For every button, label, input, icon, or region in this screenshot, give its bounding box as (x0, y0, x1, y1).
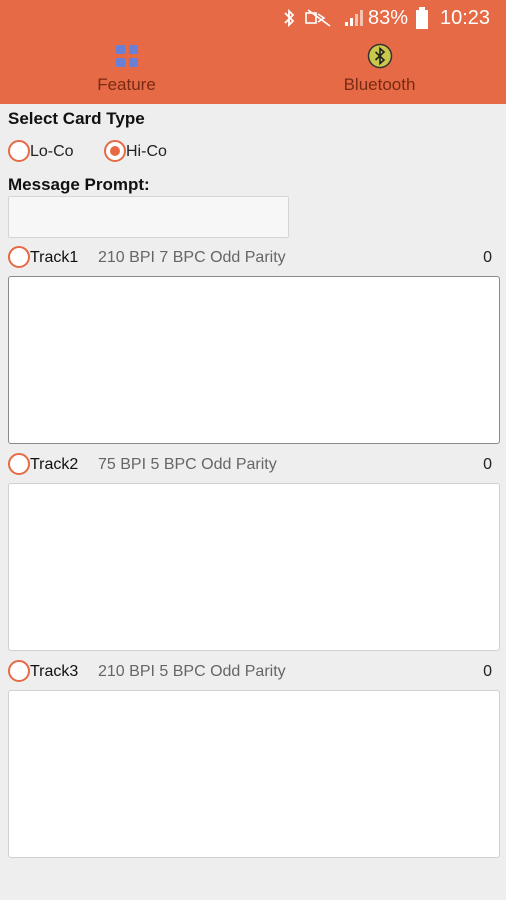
radio-track3[interactable] (8, 660, 30, 682)
track2-description: 75 BPI 5 BPC Odd Parity (98, 456, 277, 473)
radio-hi-co-label[interactable]: Hi-Co (126, 143, 167, 161)
track1-label[interactable]: Track1 (30, 249, 78, 267)
radio-track2[interactable] (8, 453, 30, 475)
track2-textarea[interactable] (8, 483, 500, 651)
tab-feature-label: Feature (97, 75, 156, 94)
track1-textarea[interactable] (8, 276, 500, 444)
status-bar: 83% 10:23 (0, 0, 506, 36)
card-type-title: Select Card Type (8, 109, 145, 128)
bluetooth-icon (367, 43, 393, 69)
track3-label[interactable]: Track3 (30, 663, 78, 681)
radio-track1[interactable] (8, 246, 30, 268)
track2-count: 0 (483, 456, 492, 473)
mute-icon (304, 8, 334, 28)
clock: 10:23 (440, 7, 491, 29)
grid-icon (114, 43, 140, 69)
track3-count: 0 (483, 663, 492, 680)
tab-bluetooth-label: Bluetooth (343, 75, 416, 94)
track1-description: 210 BPI 7 BPC Odd Parity (98, 249, 286, 266)
bluetooth-icon (282, 8, 296, 28)
app-header: 83% 10:23 Feature Bluetooth (0, 0, 506, 104)
battery-percent: 83% (368, 7, 409, 29)
radio-lo-co-label[interactable]: Lo-Co (30, 143, 74, 161)
tab-feature[interactable]: Feature (0, 40, 253, 100)
radio-lo-co[interactable] (8, 140, 30, 162)
message-prompt-input[interactable] (8, 196, 289, 238)
track3-textarea[interactable] (8, 690, 500, 858)
track1-count: 0 (483, 249, 492, 266)
tab-bluetooth[interactable]: Bluetooth (253, 40, 506, 100)
track3-description: 210 BPI 5 BPC Odd Parity (98, 663, 286, 680)
track2-label[interactable]: Track2 (30, 456, 78, 474)
battery-icon (414, 6, 430, 29)
signal-icon (343, 8, 363, 28)
radio-hi-co[interactable] (104, 140, 126, 162)
message-prompt-label: Message Prompt: (8, 175, 150, 194)
